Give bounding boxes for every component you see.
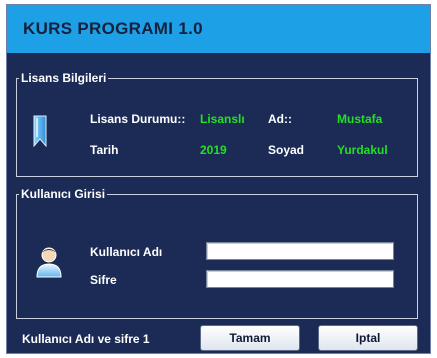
date-value: 2019 [200,143,227,157]
name-label: Ad:: [268,112,292,126]
bookmark-icon [31,115,49,152]
license-status-label: Lisans Durumu:: [90,112,186,126]
cancel-button[interactable]: Iptal [318,325,418,351]
user-login-legend: Kullanıcı Girisi [21,187,106,201]
date-label: Tarih [90,143,119,157]
window-title: KURS PROGRAMI 1.0 [23,19,203,38]
surname-label: Soyad [268,143,305,157]
user-icon [35,246,63,283]
title-bar: KURS PROGRAMI 1.0 [7,5,430,53]
password-label: Sifre [90,273,117,287]
status-message: Kullanıcı Adı ve sifre 1 [22,332,150,346]
surname-value: Yurdakul [337,143,388,157]
license-info-group: Lisans Bilgileri Lisans Durumu:: Lisansl… [16,71,418,177]
name-value: Mustafa [337,112,383,126]
license-status-value: Lisanslı [200,112,245,126]
ok-button[interactable]: Tamam [200,325,300,351]
username-label: Kullanıcı Adı [90,245,163,259]
main-window: KURS PROGRAMI 1.0 Lisans Bilgileri Lisan… [6,4,431,354]
username-input[interactable] [206,242,394,260]
password-input[interactable] [206,270,394,288]
license-info-legend: Lisans Bilgileri [21,71,107,85]
user-login-group: Kullanıcı Girisi Kullanıcı Adı Sifre [16,187,418,319]
